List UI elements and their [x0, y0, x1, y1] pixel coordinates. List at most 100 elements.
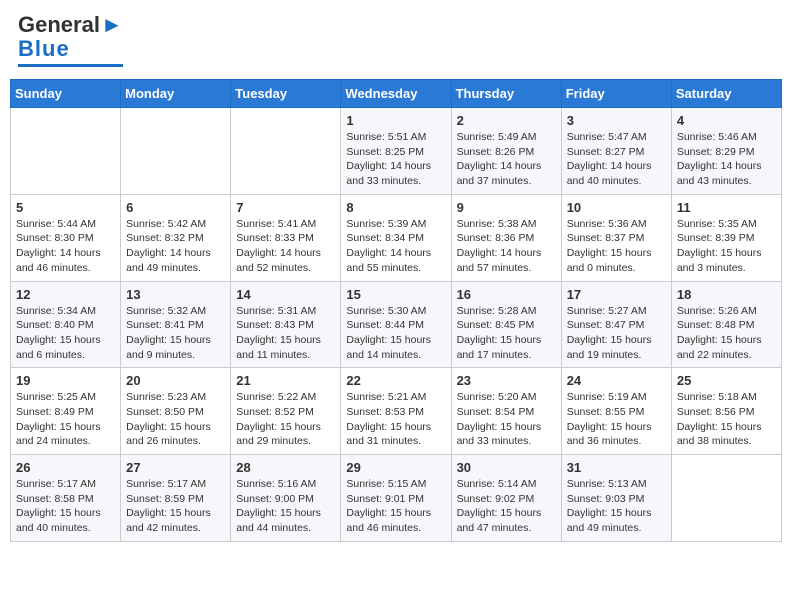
day-sun-info: Sunrise: 5:18 AMSunset: 8:56 PMDaylight:…: [677, 390, 776, 449]
day-sun-info: Sunrise: 5:26 AMSunset: 8:48 PMDaylight:…: [677, 304, 776, 363]
day-number: 31: [567, 460, 666, 475]
day-number: 9: [457, 200, 556, 215]
calendar-week-row: 19 Sunrise: 5:25 AMSunset: 8:49 PMDayligh…: [11, 368, 782, 455]
day-sun-info: Sunrise: 5:13 AMSunset: 9:03 PMDaylight:…: [567, 477, 666, 536]
day-number: 23: [457, 373, 556, 388]
day-sun-info: Sunrise: 5:14 AMSunset: 9:02 PMDaylight:…: [457, 477, 556, 536]
day-number: 10: [567, 200, 666, 215]
day-sun-info: Sunrise: 5:32 AMSunset: 8:41 PMDaylight:…: [126, 304, 225, 363]
day-number: 18: [677, 287, 776, 302]
calendar-cell: 17 Sunrise: 5:27 AMSunset: 8:47 PMDayligh…: [561, 281, 671, 368]
day-number: 29: [346, 460, 445, 475]
day-number: 20: [126, 373, 225, 388]
weekday-header-friday: Friday: [561, 80, 671, 108]
weekday-header-monday: Monday: [121, 80, 231, 108]
calendar-cell: 15Sunrise: 5:30 AMSunset: 8:44 PMDayligh…: [341, 281, 451, 368]
day-sun-info: Sunrise: 5:51 AMSunset: 8:25 PMDaylight:…: [346, 130, 445, 189]
day-number: 11: [677, 200, 776, 215]
calendar-week-row: 12Sunrise: 5:34 AMSunset: 8:40 PMDayligh…: [11, 281, 782, 368]
logo-blue: Blue: [18, 36, 70, 62]
calendar-cell: 19 Sunrise: 5:25 AMSunset: 8:49 PMDayligh…: [11, 368, 121, 455]
logo-text: General►: [18, 14, 123, 36]
day-sun-info: Sunrise: 5:42 AMSunset: 8:32 PMDaylight:…: [126, 217, 225, 276]
day-number: 14: [236, 287, 335, 302]
calendar-cell: 31 Sunrise: 5:13 AMSunset: 9:03 PMDayligh…: [561, 455, 671, 542]
day-number: 22: [346, 373, 445, 388]
day-number: 24: [567, 373, 666, 388]
calendar-cell: 7Sunrise: 5:41 AMSunset: 8:33 PMDaylight…: [231, 194, 341, 281]
day-sun-info: Sunrise: 5:22 AMSunset: 8:52 PMDaylight:…: [236, 390, 335, 449]
calendar-cell: 14 Sunrise: 5:31 AMSunset: 8:43 PMDayligh…: [231, 281, 341, 368]
calendar-cell: 20 Sunrise: 5:23 AMSunset: 8:50 PMDayligh…: [121, 368, 231, 455]
logo-underline: [18, 64, 123, 67]
calendar-cell: 4Sunrise: 5:46 AMSunset: 8:29 PMDaylight…: [671, 108, 781, 195]
weekday-header-saturday: Saturday: [671, 80, 781, 108]
calendar-week-row: 1 Sunrise: 5:51 AMSunset: 8:25 PMDaylight…: [11, 108, 782, 195]
day-number: 16: [457, 287, 556, 302]
day-number: 2: [457, 113, 556, 128]
day-sun-info: Sunrise: 5:34 AMSunset: 8:40 PMDaylight:…: [16, 304, 115, 363]
day-sun-info: Sunrise: 5:46 AMSunset: 8:29 PMDaylight:…: [677, 130, 776, 189]
calendar-cell: 13 Sunrise: 5:32 AMSunset: 8:41 PMDayligh…: [121, 281, 231, 368]
calendar-cell: [11, 108, 121, 195]
calendar-week-row: 5Sunrise: 5:44 AMSunset: 8:30 PMDaylight…: [11, 194, 782, 281]
calendar-cell: 26 Sunrise: 5:17 AMSunset: 8:58 PMDayligh…: [11, 455, 121, 542]
calendar-cell: 21 Sunrise: 5:22 AMSunset: 8:52 PMDayligh…: [231, 368, 341, 455]
day-number: 27: [126, 460, 225, 475]
calendar-cell: 8 Sunrise: 5:39 AMSunset: 8:34 PMDaylight…: [341, 194, 451, 281]
calendar-cell: 16Sunrise: 5:28 AMSunset: 8:45 PMDayligh…: [451, 281, 561, 368]
day-number: 1: [346, 113, 445, 128]
day-sun-info: Sunrise: 5:17 AMSunset: 8:58 PMDaylight:…: [16, 477, 115, 536]
calendar-cell: 27 Sunrise: 5:17 AMSunset: 8:59 PMDayligh…: [121, 455, 231, 542]
calendar-cell: [231, 108, 341, 195]
day-number: 8: [346, 200, 445, 215]
day-sun-info: Sunrise: 5:49 AMSunset: 8:26 PMDaylight:…: [457, 130, 556, 189]
logo: General► Blue: [18, 14, 123, 67]
day-number: 25: [677, 373, 776, 388]
calendar-cell: 2 Sunrise: 5:49 AMSunset: 8:26 PMDaylight…: [451, 108, 561, 195]
day-sun-info: Sunrise: 5:19 AMSunset: 8:55 PMDaylight:…: [567, 390, 666, 449]
day-sun-info: Sunrise: 5:41 AMSunset: 8:33 PMDaylight:…: [236, 217, 335, 276]
calendar-cell: 6 Sunrise: 5:42 AMSunset: 8:32 PMDaylight…: [121, 194, 231, 281]
calendar-cell: [121, 108, 231, 195]
calendar-cell: 10 Sunrise: 5:36 AMSunset: 8:37 PMDayligh…: [561, 194, 671, 281]
calendar-cell: 9 Sunrise: 5:38 AMSunset: 8:36 PMDaylight…: [451, 194, 561, 281]
day-number: 6: [126, 200, 225, 215]
day-sun-info: Sunrise: 5:38 AMSunset: 8:36 PMDaylight:…: [457, 217, 556, 276]
day-sun-info: Sunrise: 5:27 AMSunset: 8:47 PMDaylight:…: [567, 304, 666, 363]
calendar-cell: 1 Sunrise: 5:51 AMSunset: 8:25 PMDaylight…: [341, 108, 451, 195]
calendar-table: SundayMondayTuesdayWednesdayThursdayFrid…: [10, 79, 782, 542]
page-header: General► Blue: [10, 10, 782, 71]
day-number: 21: [236, 373, 335, 388]
day-sun-info: Sunrise: 5:30 AMSunset: 8:44 PMDaylight:…: [346, 304, 445, 363]
day-sun-info: Sunrise: 5:23 AMSunset: 8:50 PMDaylight:…: [126, 390, 225, 449]
day-number: 19: [16, 373, 115, 388]
weekday-header-tuesday: Tuesday: [231, 80, 341, 108]
calendar-cell: 11 Sunrise: 5:35 AMSunset: 8:39 PMDayligh…: [671, 194, 781, 281]
day-sun-info: Sunrise: 5:31 AMSunset: 8:43 PMDaylight:…: [236, 304, 335, 363]
day-number: 28: [236, 460, 335, 475]
calendar-cell: 22Sunrise: 5:21 AMSunset: 8:53 PMDayligh…: [341, 368, 451, 455]
day-sun-info: Sunrise: 5:35 AMSunset: 8:39 PMDaylight:…: [677, 217, 776, 276]
day-sun-info: Sunrise: 5:17 AMSunset: 8:59 PMDaylight:…: [126, 477, 225, 536]
day-sun-info: Sunrise: 5:25 AMSunset: 8:49 PMDaylight:…: [16, 390, 115, 449]
calendar-week-row: 26 Sunrise: 5:17 AMSunset: 8:58 PMDayligh…: [11, 455, 782, 542]
day-number: 5: [16, 200, 115, 215]
day-number: 30: [457, 460, 556, 475]
calendar-cell: 28Sunrise: 5:16 AMSunset: 9:00 PMDayligh…: [231, 455, 341, 542]
day-sun-info: Sunrise: 5:36 AMSunset: 8:37 PMDaylight:…: [567, 217, 666, 276]
weekday-header-thursday: Thursday: [451, 80, 561, 108]
day-sun-info: Sunrise: 5:15 AMSunset: 9:01 PMDaylight:…: [346, 477, 445, 536]
calendar-cell: 29 Sunrise: 5:15 AMSunset: 9:01 PMDayligh…: [341, 455, 451, 542]
calendar-header-row: SundayMondayTuesdayWednesdayThursdayFrid…: [11, 80, 782, 108]
calendar-cell: 5Sunrise: 5:44 AMSunset: 8:30 PMDaylight…: [11, 194, 121, 281]
day-number: 13: [126, 287, 225, 302]
calendar-cell: 18 Sunrise: 5:26 AMSunset: 8:48 PMDayligh…: [671, 281, 781, 368]
day-number: 17: [567, 287, 666, 302]
calendar-cell: 25 Sunrise: 5:18 AMSunset: 8:56 PMDayligh…: [671, 368, 781, 455]
weekday-header-wednesday: Wednesday: [341, 80, 451, 108]
calendar-cell: 3Sunrise: 5:47 AMSunset: 8:27 PMDaylight…: [561, 108, 671, 195]
day-number: 26: [16, 460, 115, 475]
calendar-cell: 30 Sunrise: 5:14 AMSunset: 9:02 PMDayligh…: [451, 455, 561, 542]
day-sun-info: Sunrise: 5:39 AMSunset: 8:34 PMDaylight:…: [346, 217, 445, 276]
